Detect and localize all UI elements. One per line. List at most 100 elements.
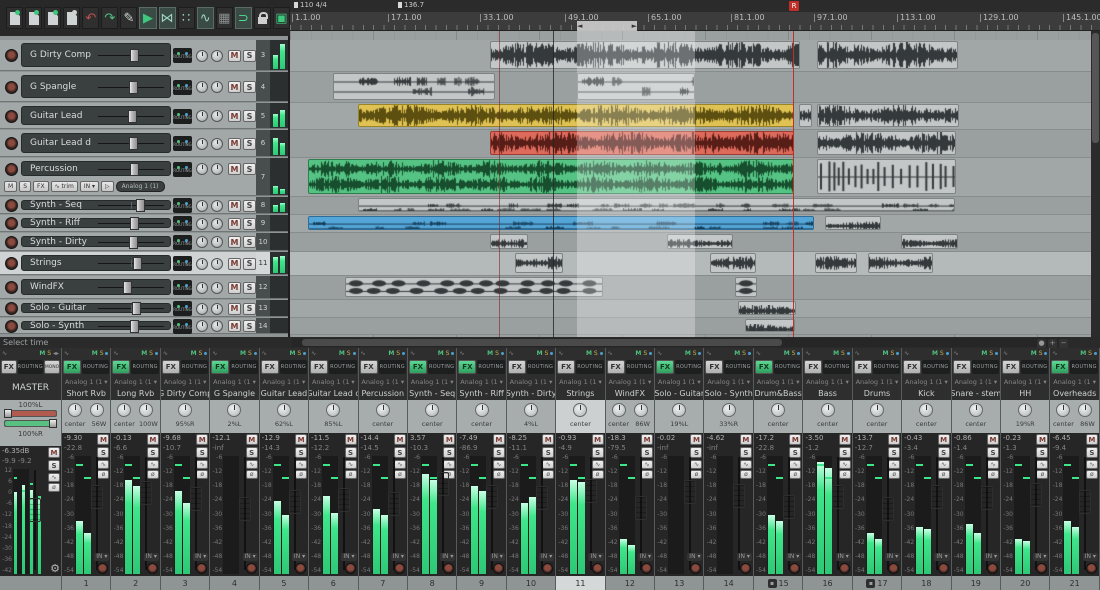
channel-number[interactable]: 5 (260, 576, 308, 590)
volume-fader[interactable] (635, 496, 647, 520)
track-volume-slider[interactable] (98, 223, 164, 224)
track-volume-slider[interactable] (98, 169, 164, 170)
mute-button[interactable]: M (740, 434, 752, 445)
track-volume-handle[interactable] (129, 137, 138, 150)
solo-button[interactable]: S (243, 282, 256, 294)
width-knob[interactable] (211, 81, 223, 93)
record-arm-button[interactable] (740, 563, 751, 574)
channel-number[interactable]: 21 (1050, 576, 1098, 590)
phase-button[interactable]: ø (938, 470, 950, 479)
channel-number[interactable]: 14 (704, 576, 752, 590)
input-monitor-button[interactable]: IN ▾ (193, 553, 208, 561)
input-select[interactable]: Analog 1 (1 ▾ (1001, 376, 1049, 387)
channel-number[interactable]: 19 (952, 576, 1000, 590)
save-project-icon[interactable] (44, 7, 61, 29)
width-knob[interactable] (211, 282, 223, 294)
mixer-strip-solo-guitar[interactable]: ∿M S FXROUTINGAnalog 1 (1 ▾Solo - Guitar… (655, 348, 704, 590)
mute-button[interactable]: M (228, 282, 241, 294)
width-knob[interactable] (211, 163, 223, 175)
fx-button[interactable]: FX (953, 360, 971, 374)
track-volume-slider[interactable] (98, 205, 164, 206)
track-volume-slider[interactable] (98, 87, 164, 88)
phase-button[interactable]: ø (246, 470, 258, 479)
input-monitor-button[interactable]: IN ▾ (737, 553, 752, 561)
fx-button[interactable]: FX (656, 360, 674, 374)
routing-button[interactable]: ROUTING (329, 360, 356, 374)
mute-button[interactable]: M (641, 434, 653, 445)
pan-knob[interactable] (196, 282, 208, 294)
input-monitor-button[interactable]: IN ▾ (539, 553, 554, 561)
solo-button[interactable]: S (592, 447, 604, 458)
trim-button[interactable]: ∿ (196, 460, 208, 469)
mixer-strip-drum-bass[interactable]: ∿M S FXROUTINGAnalog 1 (1 ▾Drum&Basscent… (754, 348, 803, 590)
input-select[interactable]: Analog 1 (1 ▾ (754, 376, 802, 387)
track-row-solo-synth[interactable]: Solo - SynthROUTINGMS14 (0, 318, 288, 334)
width-knob[interactable] (90, 403, 104, 417)
track-row-windfx[interactable]: WindFXROUTINGMS12 (0, 276, 288, 299)
mixer-strip-synth-riff[interactable]: ∿M S FXROUTINGAnalog 1 (1 ▾Synth - Riffc… (457, 348, 506, 590)
mixer-strip-long-rvb[interactable]: ∿M S FXROUTINGAnalog 1 (1 ▾Long Rvbcente… (111, 348, 160, 590)
input-monitor-button[interactable]: IN ▾ (934, 553, 949, 561)
fx-button[interactable]: FX (854, 360, 872, 374)
input-select[interactable]: Analog 1 (1 ▾ (655, 376, 703, 387)
pan-knob[interactable] (196, 110, 208, 122)
fx-button[interactable]: FX (1051, 360, 1069, 374)
undo-icon[interactable]: ↶ (82, 7, 99, 29)
track-row-g-spangle[interactable]: G SpangleROUTINGMS4 (0, 72, 288, 102)
routing-button[interactable]: ROUTING (873, 360, 900, 374)
record-arm-button[interactable] (690, 563, 701, 574)
volume-fader[interactable] (1030, 483, 1042, 507)
fx-button[interactable]: FX (607, 360, 625, 374)
media-item[interactable] (358, 104, 794, 127)
solo-button[interactable]: S (789, 447, 801, 458)
trim-button[interactable]: ∿ (1036, 460, 1048, 469)
trim-button[interactable]: ∿ (690, 460, 702, 469)
trim-button[interactable]: ∿ (740, 460, 752, 469)
solo-button[interactable]: S (839, 447, 851, 458)
master-pan-slider-right[interactable] (4, 420, 57, 427)
record-arm-button[interactable] (5, 110, 18, 123)
mute-button[interactable]: M (443, 434, 455, 445)
volume-fader[interactable] (981, 486, 993, 510)
volume-fader[interactable] (585, 479, 597, 503)
pan-knob[interactable] (524, 403, 538, 417)
media-item[interactable] (735, 277, 757, 297)
routing-button[interactable]: ROUTING (173, 136, 192, 151)
input-monitor-button[interactable]: IN ▾ (786, 553, 801, 561)
record-arm-button[interactable] (5, 217, 18, 230)
solo-button[interactable]: S (1036, 447, 1048, 458)
media-item[interactable] (490, 234, 528, 249)
mute-button[interactable]: M (1086, 434, 1098, 445)
mixer-strip-guitar-lead[interactable]: ∿M S FXROUTINGAnalog 1 (1 ▾Guitar Lead62… (260, 348, 309, 590)
mixer-strip-solo-synth[interactable]: ∿M S FXROUTINGAnalog 1 (1 ▾Solo - Synth3… (704, 348, 753, 590)
track-row-synth-riff[interactable]: Synth - RiffROUTINGMS9 (0, 215, 288, 232)
pan-knob[interactable] (196, 218, 208, 230)
pan-knob[interactable] (196, 81, 208, 93)
routing-button[interactable]: ROUTING (173, 319, 192, 334)
channel-number[interactable]: 10 (507, 576, 555, 590)
mute-button[interactable]: M (938, 434, 950, 445)
record-arm-button[interactable] (493, 563, 504, 574)
record-arm-button[interactable] (789, 563, 800, 574)
trim-button[interactable]: ∿ (493, 460, 505, 469)
new-project-icon[interactable] (6, 7, 23, 29)
record-arm-button[interactable] (5, 81, 18, 94)
grid-icon[interactable]: ▦ (216, 7, 233, 29)
solo-button[interactable]: S (97, 447, 109, 458)
fx-button[interactable]: FX (705, 360, 723, 374)
record-arm-button[interactable] (5, 257, 18, 270)
solo-button[interactable]: S (493, 447, 505, 458)
mute-button[interactable]: M (394, 434, 406, 445)
mixer-strip-strings[interactable]: ∿M S FXROUTINGAnalog 1 (1 ▾Stringscenter… (556, 348, 605, 590)
solo-button[interactable]: S (243, 163, 256, 175)
solo-button[interactable]: S (196, 447, 208, 458)
pan-knob[interactable] (376, 403, 390, 417)
channel-number[interactable]: 3 (161, 576, 209, 590)
track-row-synth-dirty[interactable]: Synth - DirtyROUTINGMS10 (0, 233, 288, 251)
input-monitor-button[interactable]: IN ▾ (440, 553, 455, 561)
trim-env-button[interactable]: ∿ trim (51, 181, 78, 192)
media-item[interactable] (308, 216, 814, 230)
mixer-strip-g-spangle[interactable]: ∿M S FXROUTINGAnalog 1 (1 ▾G Spangle2%L-… (210, 348, 259, 590)
input-button[interactable]: IN ▾ (80, 181, 99, 192)
volume-fader[interactable] (536, 486, 548, 510)
